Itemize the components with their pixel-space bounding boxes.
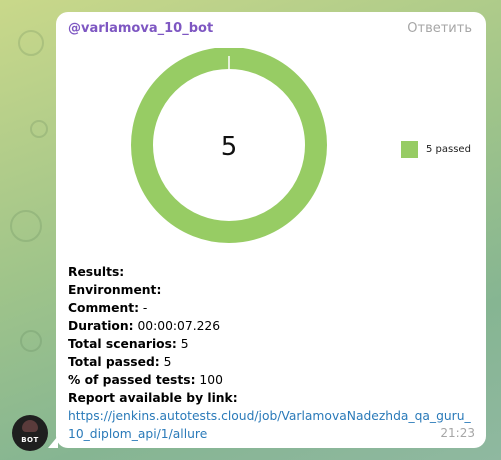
- results-line: Results:: [68, 263, 478, 281]
- message-timestamp: 21:23: [440, 426, 475, 440]
- total-passed-value: 5: [163, 355, 172, 369]
- duration-line: Duration: 00:00:07.226: [68, 317, 478, 335]
- duration-label: Duration:: [68, 319, 134, 333]
- total-passed-line: Total passed: 5: [68, 353, 478, 371]
- total-scenarios-label: Total scenarios:: [68, 337, 177, 351]
- total-scenarios-value: 5: [180, 337, 189, 351]
- reply-button[interactable]: Ответить: [407, 21, 472, 36]
- chart-center-value: 5: [221, 132, 238, 162]
- bot-avatar[interactable]: BOT: [12, 415, 48, 451]
- comment-value: -: [142, 301, 148, 315]
- total-passed-label: Total passed:: [68, 355, 160, 369]
- percent-passed-label: % of passed tests:: [68, 373, 196, 387]
- comment-label: Comment:: [68, 301, 139, 315]
- percent-passed-line: % of passed tests: 100: [68, 371, 478, 389]
- percent-passed-value: 100: [199, 373, 223, 387]
- environment-line: Environment:: [68, 281, 478, 299]
- total-scenarios-line: Total scenarios: 5: [68, 335, 478, 353]
- report-link-label: Report available by link:: [68, 391, 238, 405]
- chart-legend: 5 passed: [401, 141, 471, 158]
- legend-label-passed: 5 passed: [426, 144, 471, 155]
- avatar-label: BOT: [21, 436, 39, 444]
- background-doodle: [10, 210, 42, 242]
- legend-swatch-passed: [401, 141, 418, 158]
- results-label: Results:: [68, 265, 125, 279]
- background-doodle: [30, 120, 48, 138]
- avatar-head-shape: [22, 420, 38, 432]
- duration-value: 00:00:07.226: [137, 319, 221, 333]
- comment-line: Comment: -: [68, 299, 478, 317]
- link-label-line: Report available by link:: [68, 389, 478, 407]
- sender-name[interactable]: @varlamova_10_bot: [68, 21, 213, 36]
- background-doodle: [20, 330, 42, 352]
- donut-chart: 5: [131, 48, 327, 243]
- report-link[interactable]: https://jenkins.autotests.cloud/job/Varl…: [68, 407, 478, 443]
- message-bubble: @varlamova_10_bot Ответить 5 5 passed Re…: [56, 12, 486, 448]
- background-doodle: [18, 30, 44, 56]
- report-text: Results: Environment: Comment: - Duratio…: [68, 263, 478, 443]
- environment-label: Environment:: [68, 283, 162, 297]
